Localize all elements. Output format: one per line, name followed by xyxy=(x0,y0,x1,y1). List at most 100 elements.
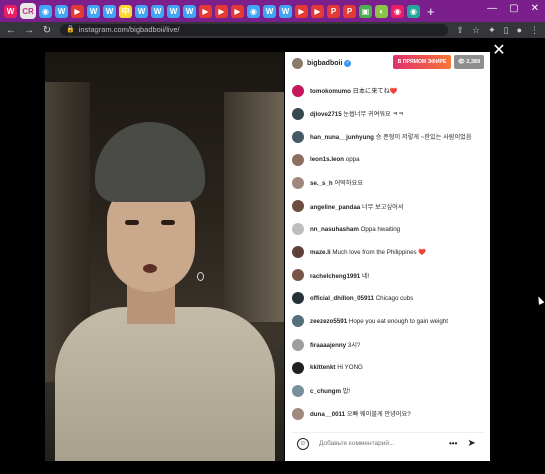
commenter-username[interactable]: c_chungm xyxy=(310,388,341,395)
sidebar-icon[interactable]: ▯ xyxy=(504,25,509,36)
new-tab-button[interactable]: + xyxy=(427,4,435,19)
commenter-username[interactable]: djlove2715 xyxy=(310,111,342,118)
browser-tab[interactable]: ▶ xyxy=(199,4,212,18)
verified-badge-icon: ✓ xyxy=(344,59,352,67)
comment-item: official_dhillon_05911 Chicago cubs xyxy=(292,287,487,310)
toolbar-icons: ⇪ ☆ ✦ ▯ ● ⋮ xyxy=(456,25,539,36)
comment-text: official_dhillon_05911 Chicago cubs xyxy=(310,295,413,302)
commenter-username[interactable]: kkittenkt xyxy=(310,364,335,371)
browser-tab[interactable]: ▶ xyxy=(295,4,308,18)
comment-text: maze.li Much love from the Philippines ❤… xyxy=(310,248,426,256)
commenter-avatar[interactable] xyxy=(292,315,304,328)
streamer-coat xyxy=(55,307,275,461)
commenter-username[interactable]: rachelcheng1991 xyxy=(310,273,360,280)
browser-tab[interactable]: W xyxy=(135,4,148,18)
commenter-username[interactable]: firaaaajenny xyxy=(310,342,346,349)
commenter-username[interactable]: official_dhillon_05911 xyxy=(310,295,374,302)
send-icon[interactable]: ➤ xyxy=(467,438,475,449)
comment-text: c_chungm 밥! xyxy=(310,386,350,395)
browser-tab[interactable]: W xyxy=(151,4,164,18)
extensions-icon[interactable]: ✦ xyxy=(488,25,496,36)
browser-tab[interactable]: ▶ xyxy=(311,4,324,18)
browser-tab[interactable]: ◉ xyxy=(391,4,404,18)
comment-text: zeezezo5591 Hope you eat enough to gain … xyxy=(310,318,448,325)
comment-text: djlove2715 눈썹너무 귀여워요 ㅋㅋ xyxy=(310,109,404,118)
browser-tab[interactable]: W xyxy=(167,4,180,18)
browser-tab[interactable]: W xyxy=(87,4,100,18)
browser-tab[interactable]: W xyxy=(183,4,196,18)
commenter-avatar[interactable] xyxy=(292,200,304,213)
host-username[interactable]: bigbadboii xyxy=(307,60,342,67)
browser-tab[interactable]: ◉ xyxy=(407,4,420,18)
comment-message: Oppa hwaiting xyxy=(360,225,401,233)
host-avatar[interactable] xyxy=(292,57,303,69)
comment-text: rachelcheng1991 네! xyxy=(310,271,369,280)
commenter-avatar[interactable] xyxy=(292,361,304,374)
comment-text: nn_nasuhasham Oppa hwaiting xyxy=(310,226,400,233)
commenter-username[interactable]: se._s_h xyxy=(310,180,333,187)
minimize-icon[interactable]: — xyxy=(487,3,497,14)
comment-item: maze.li Much love from the Philippines ❤… xyxy=(292,241,487,264)
browser-tab[interactable]: P xyxy=(343,4,356,18)
commenter-username[interactable]: duna__0011 xyxy=(310,411,345,418)
commenter-avatar[interactable] xyxy=(292,384,304,397)
browser-tab[interactable]: W xyxy=(55,4,68,18)
streamer-beanie xyxy=(95,122,205,202)
commenter-username[interactable]: zeezezo5591 xyxy=(310,318,347,325)
comment-text: firaaaajenny 3시? xyxy=(310,340,360,349)
url-field[interactable]: 🔒 instagram.com/bigbadboii/live/ xyxy=(60,24,449,36)
maximize-icon[interactable]: ▢ xyxy=(509,3,518,14)
close-live-icon[interactable]: ✕ xyxy=(492,43,506,59)
browser-tab[interactable]: 中 xyxy=(119,4,132,18)
comment-item: leon1s.leon oppa xyxy=(292,148,487,171)
forward-icon[interactable]: → xyxy=(24,25,34,36)
commenter-username[interactable]: tomokomumo xyxy=(310,88,351,95)
emoji-icon[interactable]: ☺ xyxy=(297,437,309,450)
browser-tab[interactable]: ◉ xyxy=(39,4,52,18)
commenter-avatar[interactable] xyxy=(292,223,304,236)
live-badge: В ПРЯМОМ ЭФИРЕ xyxy=(393,55,451,69)
bookmark-star-icon[interactable]: ☆ xyxy=(472,25,480,36)
back-icon[interactable]: ← xyxy=(6,25,16,36)
commenter-avatar[interactable] xyxy=(292,176,304,189)
browser-tab[interactable]: W xyxy=(103,4,116,18)
share-icon[interactable]: ⇪ xyxy=(456,25,464,36)
browser-tab[interactable]: ◉ xyxy=(247,4,260,18)
live-video[interactable] xyxy=(45,52,284,461)
live-stage: bigbadboii ✓ В ПРЯМОМ ЭФИРЕ 👁 2,389 tomo… xyxy=(0,38,545,474)
commenter-avatar[interactable] xyxy=(292,269,304,282)
browser-tab[interactable]: CR xyxy=(20,3,36,19)
browser-tab[interactable]: W xyxy=(4,4,17,18)
browser-tab[interactable]: ◐ xyxy=(375,4,388,18)
profile-icon[interactable]: ● xyxy=(517,25,522,36)
browser-tab[interactable]: P xyxy=(327,4,340,18)
browser-tab[interactable]: ▣ xyxy=(359,4,372,18)
commenter-avatar[interactable] xyxy=(292,84,304,97)
commenter-username[interactable]: maze.li xyxy=(310,249,331,256)
commenter-avatar[interactable] xyxy=(292,407,304,420)
reload-icon[interactable]: ↻ xyxy=(42,25,52,36)
commenter-avatar[interactable] xyxy=(292,130,304,143)
comment-item: kkittenkt Hi YONG xyxy=(292,356,487,379)
commenter-username[interactable]: nn_nasuhasham xyxy=(310,226,359,233)
comment-input[interactable] xyxy=(319,440,439,447)
commenter-username[interactable]: angeline_pandaa xyxy=(310,204,360,211)
comment-item: rachelcheng1991 네! xyxy=(292,264,487,287)
commenter-username[interactable]: leon1s.leon xyxy=(310,156,344,163)
commenter-username[interactable]: han_nuna__junhyung xyxy=(310,134,374,141)
commenter-avatar[interactable] xyxy=(292,153,304,166)
browser-tab[interactable]: ▶ xyxy=(215,4,228,18)
commenter-avatar[interactable] xyxy=(292,292,304,305)
commenter-avatar[interactable] xyxy=(292,107,304,120)
comment-message: oppa xyxy=(345,156,360,164)
comment-text: han_nuna__junhyung 승 준형이 저렇게 ~한있는 사람이었음 xyxy=(310,132,472,141)
menu-icon[interactable]: ⋮ xyxy=(530,25,539,36)
commenter-avatar[interactable] xyxy=(292,338,304,351)
browser-tab[interactable]: W xyxy=(263,4,276,18)
browser-tab[interactable]: ▶ xyxy=(231,4,244,18)
browser-tab[interactable]: W xyxy=(279,4,292,18)
more-options-icon[interactable]: ••• xyxy=(449,439,457,448)
browser-tab[interactable]: ▶ xyxy=(71,4,84,18)
close-window-icon[interactable]: ✕ xyxy=(531,3,539,14)
commenter-avatar[interactable] xyxy=(292,246,304,259)
